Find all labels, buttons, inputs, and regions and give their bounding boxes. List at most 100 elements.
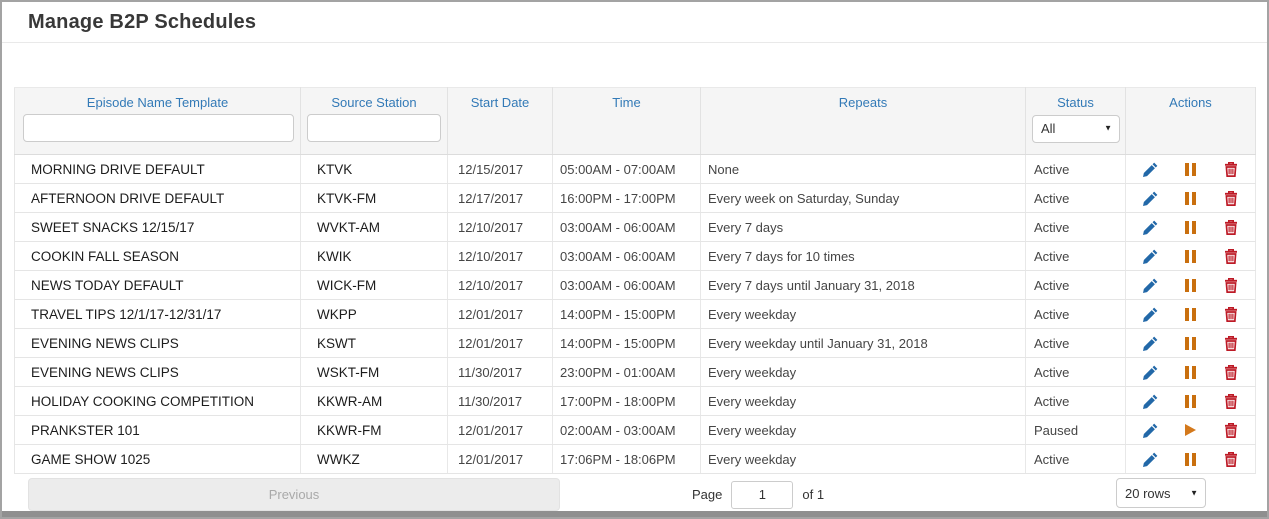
edit-icon[interactable]: [1142, 277, 1160, 294]
status-filter-select[interactable]: All: [1032, 114, 1120, 143]
status-cell: Active: [1025, 444, 1126, 474]
edit-icon[interactable]: [1142, 248, 1160, 265]
time-cell: 05:00AM - 07:00AM: [552, 154, 701, 184]
status-cell: Active: [1025, 270, 1126, 300]
table-row: AFTERNOON DRIVE DEFAULT KTVK-FM 12/17/20…: [14, 183, 1256, 213]
edit-icon[interactable]: [1142, 422, 1160, 439]
pause-icon[interactable]: [1182, 451, 1200, 468]
source-station-cell: WKPP: [300, 299, 448, 329]
delete-icon[interactable]: [1222, 451, 1240, 468]
page-number-group: Page of 1: [692, 478, 824, 511]
pause-icon[interactable]: [1182, 306, 1200, 323]
actions-cell: [1125, 270, 1256, 300]
time-cell: 02:00AM - 03:00AM: [552, 415, 701, 445]
page-label: Page: [692, 487, 723, 502]
table-row: TRAVEL TIPS 12/1/17-12/31/17 WKPP 12/01/…: [14, 299, 1256, 329]
pause-icon[interactable]: [1182, 277, 1200, 294]
rows-per-page-select[interactable]: 20 rows: [1116, 478, 1206, 508]
time-cell: 03:00AM - 06:00AM: [552, 270, 701, 300]
delete-icon[interactable]: [1222, 277, 1240, 294]
actions-cell: [1125, 212, 1256, 242]
schedules-table-container: Episode Name Template Source Station Sta…: [14, 87, 1256, 474]
delete-icon[interactable]: [1222, 190, 1240, 207]
delete-icon[interactable]: [1222, 219, 1240, 236]
episode-name-filter-input[interactable]: [23, 113, 294, 142]
source-station-cell: WVKT-AM: [300, 212, 448, 242]
schedule-table-body: MORNING DRIVE DEFAULT KTVK 12/15/2017 05…: [14, 154, 1256, 474]
episode-name-cell: COOKIN FALL SEASON: [14, 241, 301, 271]
edit-icon[interactable]: [1142, 364, 1160, 381]
pause-icon[interactable]: [1182, 161, 1200, 178]
delete-icon[interactable]: [1222, 393, 1240, 410]
table-row: COOKIN FALL SEASON KWIK 12/10/2017 03:00…: [14, 241, 1256, 271]
delete-icon[interactable]: [1222, 422, 1240, 439]
delete-icon[interactable]: [1222, 335, 1240, 352]
source-station-cell: KKWR-AM: [300, 386, 448, 416]
table-row: EVENING NEWS CLIPS WSKT-FM 11/30/2017 23…: [14, 357, 1256, 387]
pause-icon[interactable]: [1182, 219, 1200, 236]
pause-icon[interactable]: [1182, 364, 1200, 381]
edit-icon[interactable]: [1142, 306, 1160, 323]
status-cell: Paused: [1025, 415, 1126, 445]
page-number-input[interactable]: [731, 480, 794, 509]
bottom-edge-bar: [2, 511, 1267, 517]
delete-icon[interactable]: [1222, 161, 1240, 178]
status-cell: Active: [1025, 183, 1126, 213]
pause-icon[interactable]: [1182, 393, 1200, 410]
actions-cell: [1125, 415, 1256, 445]
table-row: PRANKSTER 101 KKWR-FM 12/01/2017 02:00AM…: [14, 415, 1256, 445]
episode-name-cell: SWEET SNACKS 12/15/17: [14, 212, 301, 242]
actions-cell: [1125, 444, 1256, 474]
previous-page-button[interactable]: Previous: [28, 478, 560, 511]
edit-icon[interactable]: [1142, 451, 1160, 468]
time-cell: 23:00PM - 01:00AM: [552, 357, 701, 387]
status-cell: Active: [1025, 241, 1126, 271]
start-date-cell: 12/10/2017: [447, 212, 553, 242]
delete-icon[interactable]: [1222, 364, 1240, 381]
repeats-cell: Every weekday: [700, 386, 1026, 416]
edit-icon[interactable]: [1142, 393, 1160, 410]
column-header-status: Status: [1025, 87, 1126, 114]
status-cell: Active: [1025, 328, 1126, 358]
status-cell: Active: [1025, 154, 1126, 184]
column-header-time: Time: [552, 87, 701, 114]
source-station-cell: KWIK: [300, 241, 448, 271]
title-bar: Manage B2P Schedules: [2, 2, 1267, 43]
repeats-cell: Every weekday: [700, 444, 1026, 474]
filter-row: All: [14, 113, 1256, 155]
time-cell: 17:06PM - 18:06PM: [552, 444, 701, 474]
pause-icon[interactable]: [1182, 335, 1200, 352]
episode-name-cell: NEWS TODAY DEFAULT: [14, 270, 301, 300]
start-date-cell: 11/30/2017: [447, 357, 553, 387]
source-station-cell: KKWR-FM: [300, 415, 448, 445]
delete-icon[interactable]: [1222, 306, 1240, 323]
episode-name-cell: AFTERNOON DRIVE DEFAULT: [14, 183, 301, 213]
pagination-footer: Previous Page of 1 20 rows: [2, 474, 1267, 513]
time-cell: 17:00PM - 18:00PM: [552, 386, 701, 416]
start-date-cell: 12/01/2017: [447, 415, 553, 445]
delete-icon[interactable]: [1222, 248, 1240, 265]
episode-name-cell: PRANKSTER 101: [14, 415, 301, 445]
edit-icon[interactable]: [1142, 161, 1160, 178]
pause-icon[interactable]: [1182, 190, 1200, 207]
page-title: Manage B2P Schedules: [28, 10, 257, 33]
repeats-cell: Every weekday: [700, 415, 1026, 445]
rows-per-page-select-wrap: 20 rows: [1116, 478, 1206, 508]
time-cell: 14:00PM - 15:00PM: [552, 328, 701, 358]
episode-name-cell: MORNING DRIVE DEFAULT: [14, 154, 301, 184]
episode-name-cell: EVENING NEWS CLIPS: [14, 328, 301, 358]
table-row: EVENING NEWS CLIPS KSWT 12/01/2017 14:00…: [14, 328, 1256, 358]
repeats-cell: Every 7 days for 10 times: [700, 241, 1026, 271]
pause-icon[interactable]: [1182, 248, 1200, 265]
source-station-cell: KTVK: [300, 154, 448, 184]
edit-icon[interactable]: [1142, 190, 1160, 207]
table-row: GAME SHOW 1025 WWKZ 12/01/2017 17:06PM -…: [14, 444, 1256, 474]
source-station-filter-input[interactable]: [307, 113, 441, 142]
edit-icon[interactable]: [1142, 335, 1160, 352]
play-icon[interactable]: [1182, 422, 1200, 439]
edit-icon[interactable]: [1142, 219, 1160, 236]
source-station-cell: KTVK-FM: [300, 183, 448, 213]
source-station-cell: KSWT: [300, 328, 448, 358]
column-header-source-station: Source Station: [300, 87, 448, 114]
actions-cell: [1125, 183, 1256, 213]
